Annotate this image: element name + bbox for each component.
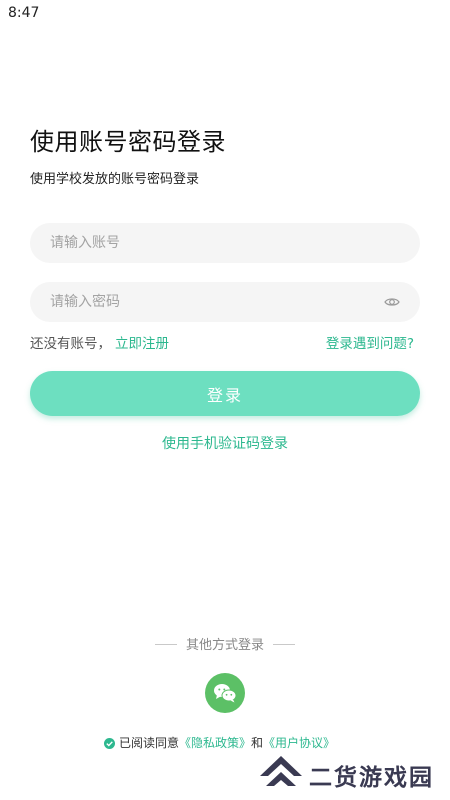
status-time: 8:47 xyxy=(8,5,40,21)
privacy-policy-link[interactable]: 《隐私政策》 xyxy=(179,736,251,750)
link-row: 还没有账号， 立即注册 登录遇到问题? xyxy=(30,332,420,352)
other-login-label: 其他方式登录 xyxy=(185,638,264,653)
divider-line-right xyxy=(273,644,295,645)
password-input[interactable] xyxy=(30,282,420,322)
register-link[interactable]: 立即注册 xyxy=(115,336,169,352)
eye-icon[interactable] xyxy=(384,294,400,310)
watermark-logo-icon xyxy=(260,756,302,786)
page-subtitle: 使用学校发放的账号密码登录 xyxy=(30,172,200,187)
account-field-wrapper xyxy=(30,223,420,263)
check-circle-icon[interactable] xyxy=(104,738,115,749)
sms-login-link[interactable]: 使用手机验证码登录 xyxy=(0,433,450,453)
wechat-login-button[interactable] xyxy=(205,673,245,713)
wechat-icon xyxy=(214,684,237,703)
login-button[interactable]: 登录 xyxy=(30,371,420,416)
watermark-text: 二货游戏园 xyxy=(309,765,434,791)
page-title: 使用账号密码登录 xyxy=(30,128,226,156)
no-account-text: 还没有账号， xyxy=(30,336,111,352)
other-login-divider: 其他方式登录 xyxy=(0,634,450,654)
status-bar: 8:47 xyxy=(0,0,450,26)
password-field-wrapper xyxy=(30,282,420,322)
user-agreement-link[interactable]: 《用户协议》 xyxy=(263,736,335,750)
login-problem-link[interactable]: 登录遇到问题? xyxy=(326,332,414,352)
watermark: 二货游戏园 xyxy=(258,752,448,798)
agreement-row: 已阅读同意《隐私政策》和《用户协议》 xyxy=(104,734,335,752)
account-input[interactable] xyxy=(30,223,420,263)
agreement-prefix: 已阅读同意 xyxy=(119,736,180,750)
agreement-and: 和 xyxy=(251,736,264,750)
